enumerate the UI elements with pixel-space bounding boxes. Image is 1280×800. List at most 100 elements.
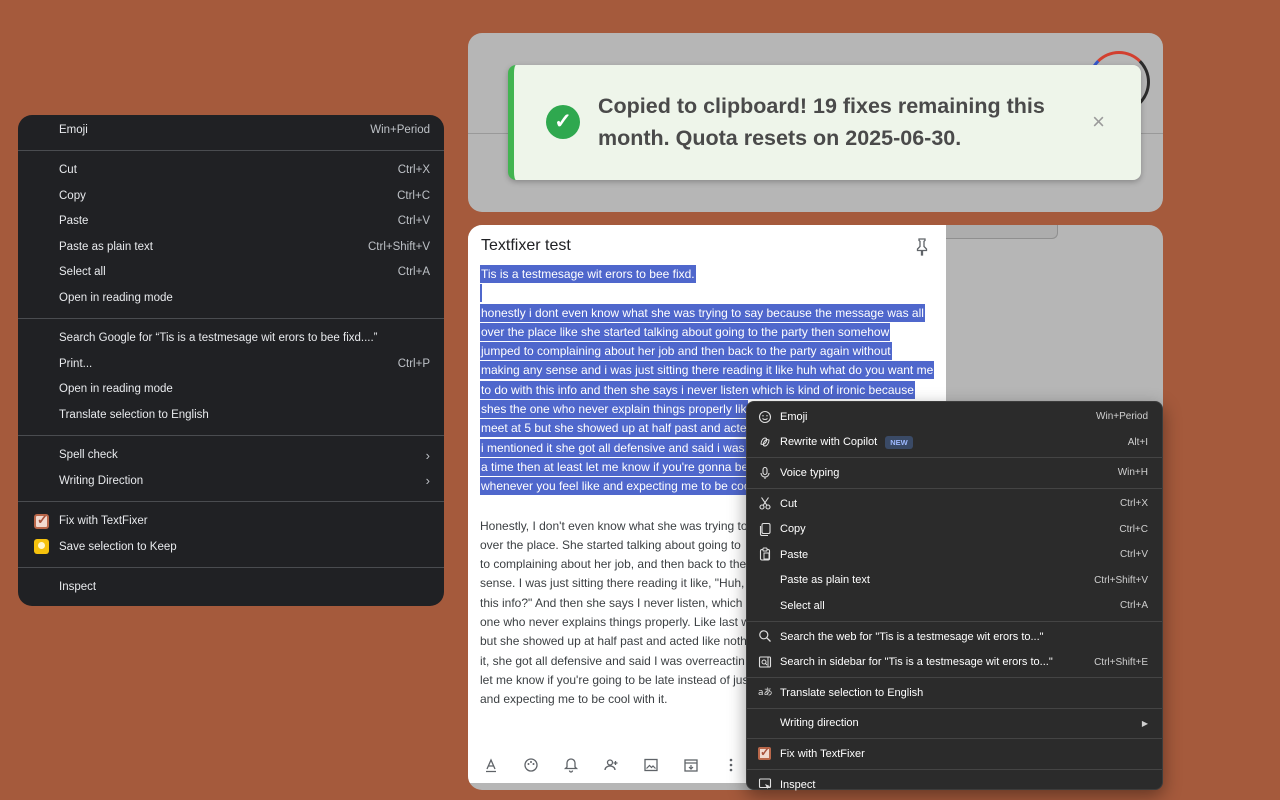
menu-item-label: Rewrite with Copilot bbox=[780, 436, 878, 449]
menu-item-shortcut: Ctrl+X bbox=[397, 164, 430, 177]
menu-separator bbox=[18, 434, 444, 436]
selected-text-line: honestly i dont even know what she was t… bbox=[480, 303, 925, 322]
menu-separator bbox=[18, 149, 444, 151]
menu-item-shortcut: Alt+I bbox=[1127, 436, 1148, 448]
menu-item-search-web[interactable]: Search the web for "Tis is a testmesage … bbox=[747, 624, 1162, 650]
menu-item-label: Writing Direction bbox=[59, 474, 144, 487]
notification-panel: ✓ Copied to clipboard! 19 fixes remainin… bbox=[468, 33, 1163, 212]
menu-item-label: Inspect bbox=[59, 581, 97, 594]
menu-item-reading-mode[interactable]: Open in reading mode bbox=[18, 285, 444, 311]
menu-item-writing-direction[interactable]: Writing direction ▶ bbox=[747, 711, 1162, 737]
selected-text-line: over the place like she started talking … bbox=[480, 322, 891, 341]
menu-item-fix-textfixer[interactable]: Fix with TextFixer bbox=[747, 741, 1162, 767]
menu-item-search-sidebar[interactable]: Search in sidebar for "Tis is a testmesa… bbox=[747, 649, 1162, 675]
menu-separator bbox=[18, 500, 444, 502]
menu-item-select-all[interactable]: Select all Ctrl+A bbox=[747, 593, 1162, 619]
menu-item-shortcut: Ctrl+C bbox=[397, 189, 430, 202]
menu-item-rewrite-copilot[interactable]: Rewrite with Copilot NEW Alt+I bbox=[747, 430, 1162, 456]
menu-item-emoji[interactable]: Emoji Win+Period bbox=[747, 404, 1162, 430]
menu-separator bbox=[18, 566, 444, 568]
menu-separator bbox=[747, 487, 1162, 489]
pin-icon[interactable] bbox=[914, 238, 930, 256]
menu-item-inspect[interactable]: Inspect bbox=[18, 575, 444, 601]
menu-item-paste[interactable]: Paste Ctrl+V bbox=[747, 542, 1162, 568]
windows-context-menu: Emoji Win+Period Rewrite with Copilot NE… bbox=[746, 401, 1163, 791]
menu-item-copy[interactable]: Copy Ctrl+C bbox=[18, 183, 444, 209]
collaborator-icon[interactable] bbox=[602, 756, 620, 774]
toast-notification: ✓ Copied to clipboard! 19 fixes remainin… bbox=[508, 65, 1141, 180]
menu-item-label: Fix with TextFixer bbox=[59, 515, 148, 528]
chevron-right-icon: › bbox=[425, 447, 430, 463]
chrome-context-menu: Emoji Win+Period Cut Ctrl+X Copy Ctrl+C … bbox=[18, 115, 444, 606]
menu-item-label: Open in reading mode bbox=[59, 383, 173, 396]
menu-item-label: Search Google for “Tis is a testmesage w… bbox=[59, 332, 378, 345]
menu-item-emoji[interactable]: Emoji Win+Period bbox=[18, 117, 444, 143]
menu-item-translate[interactable]: Translate selection to English bbox=[18, 402, 444, 428]
menu-item-label: Paste bbox=[59, 215, 89, 228]
menu-item-label: Paste as plain text bbox=[59, 240, 153, 253]
menu-item-shortcut: Ctrl+Shift+V bbox=[368, 240, 430, 253]
selected-text-line bbox=[480, 284, 940, 303]
menu-item-shortcut: Ctrl+X bbox=[1119, 498, 1148, 510]
menu-item-writing-direction[interactable]: Writing Direction › bbox=[18, 468, 444, 494]
copy-icon bbox=[757, 521, 772, 536]
menu-item-save-keep[interactable]: Save selection to Keep bbox=[18, 534, 444, 560]
menu-item-label: Writing direction bbox=[780, 717, 859, 730]
chevron-right-icon: ▶ bbox=[1141, 718, 1148, 728]
chevron-right-icon: › bbox=[425, 473, 430, 489]
menu-item-label: Inspect bbox=[780, 778, 816, 791]
menu-item-voice-typing[interactable]: Voice typing Win+H bbox=[747, 460, 1162, 486]
selected-text-line: to do with this info and then she says i… bbox=[480, 380, 915, 399]
copilot-icon bbox=[757, 435, 772, 450]
menu-item-shortcut: Ctrl+C bbox=[1119, 523, 1148, 535]
inspect-icon bbox=[757, 777, 772, 792]
menu-item-paste-plain[interactable]: Paste as plain text Ctrl+Shift+V bbox=[747, 568, 1162, 594]
menu-item-label: Select all bbox=[59, 266, 106, 279]
menu-item-shortcut: Ctrl+V bbox=[397, 215, 430, 228]
menu-item-label: Cut bbox=[780, 497, 798, 510]
menu-item-shortcut: Ctrl+A bbox=[1119, 600, 1148, 612]
menu-separator bbox=[747, 768, 1162, 770]
menu-item-paste[interactable]: Paste Ctrl+V bbox=[18, 209, 444, 235]
menu-item-label: Open in reading mode bbox=[59, 291, 173, 304]
menu-item-shortcut: Win+Period bbox=[370, 123, 430, 136]
check-circle-icon: ✓ bbox=[546, 105, 580, 139]
menu-item-shortcut: Ctrl+Shift+V bbox=[1094, 574, 1148, 586]
text-format-icon[interactable] bbox=[482, 756, 500, 774]
menu-item-search-google[interactable]: Search Google for “Tis is a testmesage w… bbox=[18, 326, 444, 352]
menu-item-label: Cut bbox=[59, 164, 77, 177]
menu-item-select-all[interactable]: Select all Ctrl+A bbox=[18, 260, 444, 286]
palette-icon[interactable] bbox=[522, 756, 540, 774]
selected-text-line: jumped to complaining about her job and … bbox=[480, 342, 892, 361]
menu-item-spell-check[interactable]: Spell check › bbox=[18, 443, 444, 469]
archive-icon[interactable] bbox=[682, 756, 700, 774]
keep-icon bbox=[34, 539, 49, 554]
menu-item-cut[interactable]: Cut Ctrl+X bbox=[747, 491, 1162, 517]
menu-item-label: Search the web for "Tis is a testmesage … bbox=[780, 630, 1044, 643]
menu-item-inspect[interactable]: Inspect bbox=[747, 772, 1162, 798]
image-icon[interactable] bbox=[642, 756, 660, 774]
menu-item-shortcut: Ctrl+V bbox=[1119, 549, 1148, 561]
menu-item-label: Search in sidebar for "Tis is a testmesa… bbox=[780, 656, 1053, 669]
textfixer-icon bbox=[34, 512, 49, 529]
menu-item-translate[interactable]: aあ Translate selection to English bbox=[747, 680, 1162, 706]
close-icon[interactable]: × bbox=[1092, 109, 1105, 135]
menu-item-shortcut: Ctrl+P bbox=[397, 357, 430, 370]
menu-item-cut[interactable]: Cut Ctrl+X bbox=[18, 158, 444, 184]
menu-item-label: Copy bbox=[59, 189, 86, 202]
menu-item-shortcut: Ctrl+Shift+E bbox=[1094, 656, 1148, 668]
clipboard-icon bbox=[757, 547, 772, 562]
menu-item-label: Fix with TextFixer bbox=[780, 747, 865, 760]
menu-separator bbox=[747, 676, 1162, 678]
reminder-icon[interactable] bbox=[562, 756, 580, 774]
sidebar-search-icon bbox=[757, 654, 772, 669]
menu-item-paste-plain[interactable]: Paste as plain text Ctrl+Shift+V bbox=[18, 234, 444, 260]
menu-item-print[interactable]: Print... Ctrl+P bbox=[18, 351, 444, 377]
menu-item-reading-mode-2[interactable]: Open in reading mode bbox=[18, 377, 444, 403]
menu-item-copy[interactable]: Copy Ctrl+C bbox=[747, 516, 1162, 542]
note-title[interactable]: Textfixer test bbox=[481, 237, 571, 255]
scissors-icon bbox=[757, 496, 772, 511]
toast-message: Copied to clipboard! 19 fixes remaining … bbox=[598, 94, 1045, 150]
more-vertical-icon[interactable] bbox=[722, 756, 740, 774]
menu-item-fix-textfixer[interactable]: Fix with TextFixer bbox=[18, 509, 444, 535]
